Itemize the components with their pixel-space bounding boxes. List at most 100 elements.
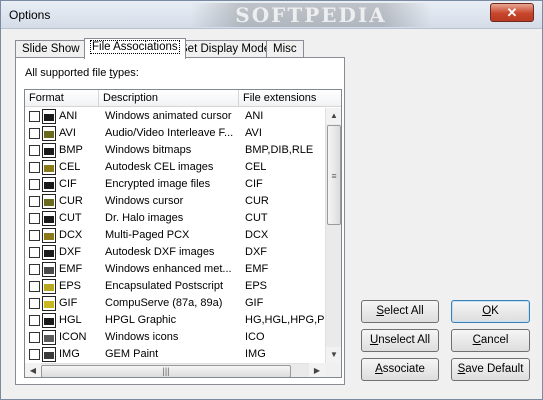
column-header-description[interactable]: Description [99,90,239,107]
row-checkbox[interactable] [29,128,40,139]
options-dialog: Options SOFTPEDIA ✕ Slide Show File Asso… [0,0,543,400]
scroll-up-arrow-icon[interactable]: ▲ [326,108,341,124]
description-cell: Autodesk CEL images [105,161,214,173]
horizontal-scrollbar[interactable]: ◀ ||| ▶ [25,363,325,377]
row-checkbox[interactable] [29,315,40,326]
description-cell: Windows icons [105,331,179,343]
extensions-cell: HG,HGL,HPG,PLO, [245,314,325,326]
extensions-cell: DCX [245,229,269,241]
description-cell: Windows enhanced met... [105,263,232,275]
img-file-icon [42,347,56,362]
format-cell: CUT [59,212,82,224]
cancel-button[interactable]: Cancel [451,329,530,352]
description-cell: GEM Paint [105,348,159,360]
list-body: ANI Windows animated cursor ANI AVI Audio/Vi… [25,108,325,363]
extensions-cell: CEL [245,161,267,173]
ok-button[interactable]: OK [451,300,530,323]
table-row[interactable]: CUR Windows cursor CUR [25,193,325,210]
description-cell: Encrypted image files [105,178,211,190]
row-checkbox[interactable] [29,162,40,173]
format-cell: IMG [59,348,80,360]
cut-file-icon [42,211,56,226]
extensions-cell: BMP,DIB,RLE [245,144,314,156]
row-checkbox[interactable] [29,145,40,156]
format-cell: EPS [59,280,82,292]
associate-button[interactable]: Associate [361,358,439,381]
eps-file-icon [42,279,56,294]
horizontal-scroll-thumb[interactable]: ||| [41,365,291,377]
scrollbar-corner [325,363,341,377]
extensions-cell: IMG [245,348,266,360]
table-row[interactable]: ANI Windows animated cursor ANI [25,108,325,125]
description-cell: CompuServe (87a, 89a) [105,297,223,309]
table-row[interactable]: IMG GEM Paint IMG [25,346,325,363]
extensions-cell: AVI [245,127,262,139]
format-cell: GIF [59,297,78,309]
scroll-right-arrow-icon[interactable]: ▶ [309,363,325,377]
select-all-button[interactable]: Select All [361,300,439,323]
format-cell: BMP [59,144,83,156]
scroll-left-arrow-icon[interactable]: ◀ [25,363,41,377]
dxf-file-icon [42,245,56,260]
icon-file-icon [42,330,56,345]
table-row[interactable]: DCX Multi-Paged PCX DCX [25,227,325,244]
dcx-file-icon [42,228,56,243]
format-cell: DXF [59,246,81,258]
format-cell: EMF [59,263,83,275]
row-checkbox[interactable] [29,332,40,343]
table-row[interactable]: DXF Autodesk DXF images DXF [25,244,325,261]
table-row[interactable]: BMP Windows bitmaps BMP,DIB,RLE [25,142,325,159]
save-default-button[interactable]: Save Default [451,358,530,381]
extensions-cell: CIF [245,178,263,190]
table-row[interactable]: AVI Audio/Video Interleave F... AVI [25,125,325,142]
description-cell: Windows cursor [105,195,184,207]
ani-file-icon [42,109,56,124]
format-cell: CIF [59,178,77,190]
row-checkbox[interactable] [29,230,40,241]
unselect-all-button[interactable]: Unselect All [361,329,439,352]
row-checkbox[interactable] [29,349,40,360]
table-row[interactable]: CUT Dr. Halo images CUT [25,210,325,227]
description-cell: Windows animated cursor [105,110,232,122]
gif-file-icon [42,296,56,311]
tab-misc[interactable]: Misc [266,40,304,58]
row-checkbox[interactable] [29,281,40,292]
column-header-format[interactable]: Format [25,90,99,107]
row-checkbox[interactable] [29,179,40,190]
row-checkbox[interactable] [29,298,40,309]
table-row[interactable]: EPS Encapsulated Postscript EPS [25,278,325,295]
description-cell: Autodesk DXF images [105,246,215,258]
vertical-scrollbar[interactable]: ▲ ≡ ▼ [325,108,341,363]
extensions-cell: CUT [245,212,268,224]
extensions-cell: ICO [245,331,265,343]
row-checkbox[interactable] [29,196,40,207]
close-button[interactable]: ✕ [490,3,534,22]
description-cell: Multi-Paged PCX [105,229,190,241]
extensions-cell: ANI [245,110,264,122]
cur-file-icon [42,194,56,209]
extensions-cell: EPS [245,280,268,292]
table-row[interactable]: ICON Windows icons ICO [25,329,325,346]
row-checkbox[interactable] [29,264,40,275]
softpedia-watermark: SOFTPEDIA [191,3,431,27]
avi-file-icon [42,126,56,141]
tab-slide-show[interactable]: Slide Show [15,40,87,58]
row-checkbox[interactable] [29,111,40,122]
column-header-extensions[interactable]: File extensions [239,90,341,107]
table-row[interactable]: HGL HPGL Graphic HG,HGL,HPG,PLO, [25,312,325,329]
file-types-list[interactable]: Format Description File extensions ANI Wi… [24,89,342,378]
table-row[interactable]: CIF Encrypted image files CIF [25,176,325,193]
vertical-scroll-thumb[interactable]: ≡ [327,125,341,225]
tab-set-display-mode[interactable]: Set Display Mode [173,40,278,58]
format-cell: CUR [59,195,83,207]
table-row[interactable]: GIF CompuServe (87a, 89a) GIF [25,295,325,312]
row-checkbox[interactable] [29,213,40,224]
tab-file-associations[interactable]: File Associations [84,38,186,59]
table-row[interactable]: CEL Autodesk CEL images CEL [25,159,325,176]
supported-types-label: All supported file types: [25,67,139,79]
file-associations-panel: All supported file types: Format Descrip… [15,57,345,385]
scroll-down-arrow-icon[interactable]: ▼ [326,347,341,363]
row-checkbox[interactable] [29,247,40,258]
hgl-file-icon [42,313,56,328]
table-row[interactable]: EMF Windows enhanced met... EMF [25,261,325,278]
